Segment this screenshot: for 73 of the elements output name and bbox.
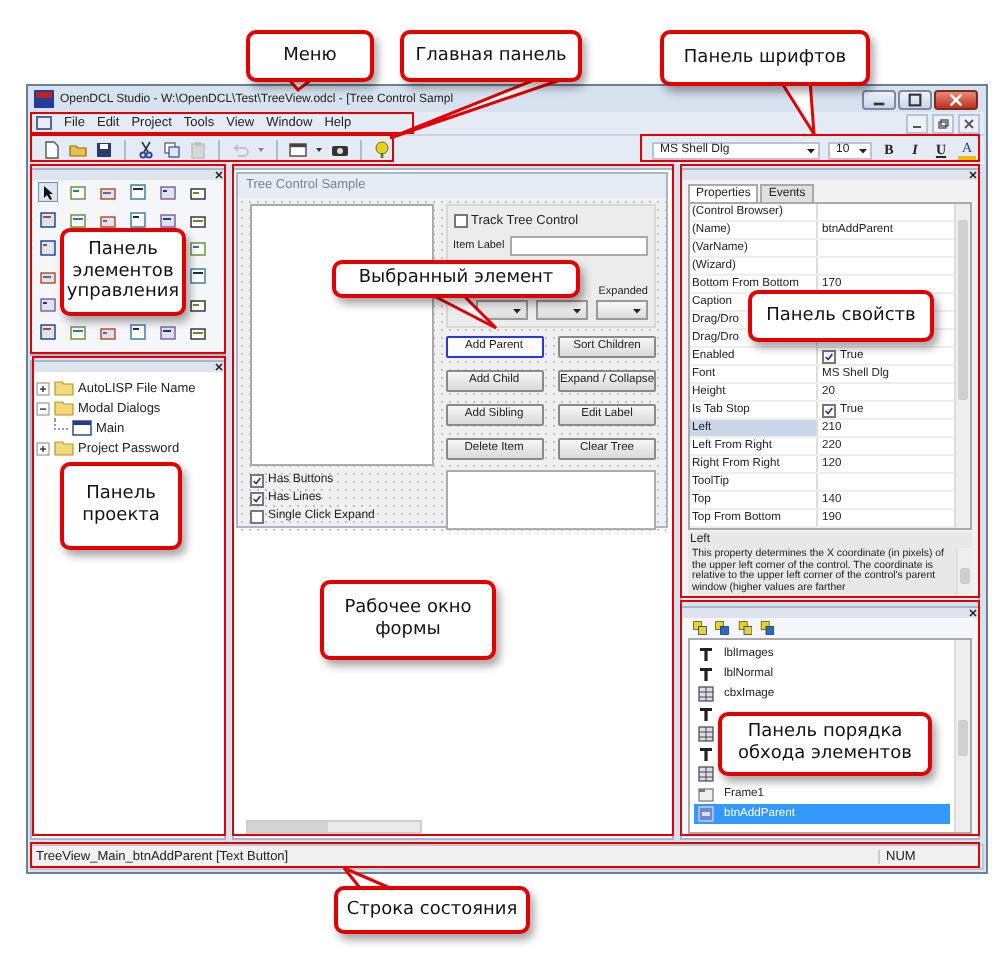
label-icon — [698, 666, 714, 683]
vertical-scrollbar[interactable] — [954, 204, 970, 528]
dropdown-arrow-icon — [632, 305, 642, 315]
close-icon[interactable] — [968, 608, 978, 619]
grid-icon — [698, 726, 714, 743]
callout: Панель порядка обхода элементов — [718, 712, 932, 776]
document-icon[interactable] — [36, 116, 52, 130]
checkbox[interactable] — [250, 473, 264, 487]
label-icon — [698, 746, 714, 763]
control-tool-icon[interactable] — [158, 322, 178, 342]
tab-order-item[interactable] — [694, 704, 718, 725]
cut-icon[interactable] — [136, 140, 156, 160]
help-icon[interactable] — [372, 140, 392, 160]
close-icon[interactable] — [968, 170, 978, 180]
vertical-scrollbar[interactable] — [954, 640, 970, 832]
button-icon — [698, 806, 714, 823]
dropdown-arrow-icon — [512, 305, 522, 315]
checkbox[interactable] — [250, 491, 264, 505]
maximize-button[interactable] — [898, 89, 932, 109]
expand-icon[interactable] — [36, 441, 50, 455]
dropdown-arrow-icon — [572, 305, 582, 315]
save-icon[interactable] — [94, 140, 114, 160]
grid-icon — [698, 766, 714, 783]
callout: Панель элементов управления — [60, 228, 186, 316]
callout: Рабочее окно формы — [320, 580, 496, 660]
label-icon — [698, 646, 714, 663]
restore-icon — [934, 115, 952, 131]
vertical-scrollbar[interactable] — [956, 548, 972, 597]
control-tool-icon[interactable] — [128, 182, 148, 202]
callout: Панель проекта — [60, 462, 182, 550]
control-tool-icon[interactable] — [128, 210, 148, 230]
new-file-icon[interactable] — [42, 140, 62, 160]
close-icon — [960, 115, 978, 131]
restore-button[interactable] — [932, 113, 954, 133]
pointer-icon[interactable] — [38, 182, 58, 202]
dropdown[interactable] — [596, 300, 648, 320]
frame-icon — [698, 786, 714, 803]
form-icon[interactable] — [288, 140, 308, 160]
tab-order-item[interactable] — [694, 724, 718, 745]
app-icon — [34, 90, 54, 108]
dropdown-arrow-icon — [858, 145, 868, 155]
dropdown[interactable] — [536, 300, 588, 320]
dialog-icon — [72, 420, 92, 436]
control-tool-icon[interactable] — [158, 210, 178, 230]
minimize-button[interactable] — [906, 113, 928, 133]
folder-icon — [54, 440, 74, 456]
close-button[interactable] — [934, 89, 978, 109]
close-button[interactable] — [958, 113, 980, 133]
callout: Главная панель — [400, 30, 582, 82]
reorder-icon[interactable] — [736, 620, 752, 637]
minimize-button[interactable] — [862, 89, 896, 109]
checkbox[interactable] — [453, 213, 468, 227]
grid-icon — [698, 686, 714, 703]
control-tool-icon[interactable] — [188, 266, 208, 286]
callout: Панель свойств — [748, 290, 934, 342]
copy-icon[interactable] — [162, 140, 182, 160]
checkbox[interactable] — [822, 349, 836, 363]
camera-icon[interactable] — [330, 140, 350, 160]
checkbox[interactable] — [822, 403, 836, 417]
reorder-icon[interactable] — [758, 620, 774, 637]
dropdown-arrow-icon — [806, 145, 816, 155]
horizontal-scrollbar[interactable] — [246, 820, 422, 834]
input-field[interactable] — [510, 236, 648, 256]
control-tool-icon[interactable] — [128, 322, 148, 342]
checkbox[interactable] — [250, 509, 264, 523]
collapse-icon[interactable] — [36, 401, 50, 415]
label-icon — [698, 706, 714, 723]
close-icon[interactable] — [214, 170, 224, 180]
tab-order-item[interactable] — [694, 744, 718, 765]
expand-icon[interactable] — [36, 381, 50, 395]
control-tool-icon[interactable] — [188, 294, 208, 314]
tab-order-item[interactable] — [694, 764, 718, 785]
close-icon[interactable] — [214, 362, 224, 372]
